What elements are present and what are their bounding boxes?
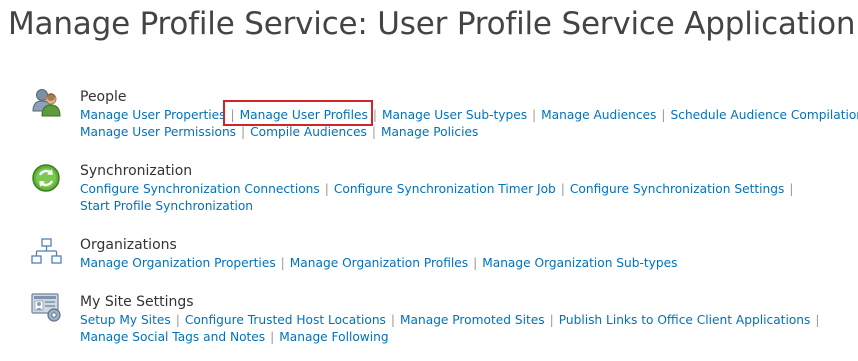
link-manage-organization-sub-types[interactable]: Manage Organization Sub-types [482,256,677,270]
link-manage-following[interactable]: Manage Following [279,330,388,344]
my-site-links-line-2: Manage Social Tags and Notes | Manage Foll… [80,329,389,345]
people-links-line-1: Manage User Properties | Manage User Profi… [80,107,858,123]
link-manage-user-permissions[interactable]: Manage User Permissions [80,125,236,139]
highlight-box [223,100,373,126]
section-heading-people: People [80,89,127,105]
link-manage-organization-properties[interactable]: Manage Organization Properties [80,256,276,270]
separator: | [241,125,246,139]
link-publish-links-to-office-client-applications[interactable]: Publish Links to Office Client Applicati… [559,313,811,327]
link-configure-trusted-host-locations[interactable]: Configure Trusted Host Locations [185,313,386,327]
link-compile-audiences[interactable]: Compile Audiences [250,125,367,139]
separator: | [789,182,794,196]
synchronization-links-line-1: Configure Synchronization Connections | Co… [80,181,793,197]
link-manage-user-sub-types[interactable]: Manage User Sub-types [382,108,527,122]
organizations-links-line-1: Manage Organization Properties | Manage Or… [80,255,677,271]
section-heading-organizations: Organizations [80,237,177,253]
section-heading-my-site-settings: My Site Settings [80,294,194,310]
synchronization-links-line-2: Start Profile Synchronization [80,198,253,214]
page-title: Manage Profile Service: User Profile Ser… [8,6,856,42]
separator: | [175,313,180,327]
link-schedule-audience-compilation[interactable]: Schedule Audience Compilation [671,108,858,122]
link-manage-organization-profiles[interactable]: Manage Organization Profiles [290,256,468,270]
section-heading-synchronization: Synchronization [80,163,193,179]
separator: | [532,108,537,122]
link-setup-my-sites[interactable]: Setup My Sites [80,313,171,327]
people-icon [30,86,62,118]
link-configure-synchronization-connections[interactable]: Configure Synchronization Connections [80,182,320,196]
link-configure-synchronization-timer-job[interactable]: Configure Synchronization Timer Job [334,182,556,196]
separator: | [280,256,285,270]
link-start-profile-synchronization[interactable]: Start Profile Synchronization [80,199,253,213]
separator: | [661,108,666,122]
separator: | [560,182,565,196]
separator: | [324,182,329,196]
sync-icon [30,162,62,194]
separator: | [270,330,275,344]
separator: | [815,313,820,327]
my-site-links-line-1: Setup My Sites | Configure Trusted Host Lo… [80,312,820,328]
link-manage-social-tags-and-notes[interactable]: Manage Social Tags and Notes [80,330,265,344]
my-site-icon [30,291,62,323]
link-manage-promoted-sites[interactable]: Manage Promoted Sites [400,313,545,327]
separator: | [372,108,377,122]
separator: | [390,313,396,327]
org-chart-icon [30,236,62,268]
link-configure-synchronization-settings[interactable]: Configure Synchronization Settings [570,182,784,196]
link-manage-audiences[interactable]: Manage Audiences [541,108,656,122]
separator: | [473,256,478,270]
separator: | [371,125,376,139]
link-manage-user-properties[interactable]: Manage User Properties [80,108,226,122]
people-links-line-2: Manage User Permissions | Compile Audience… [80,124,478,140]
link-manage-policies[interactable]: Manage Policies [381,125,478,139]
separator: | [549,313,554,327]
